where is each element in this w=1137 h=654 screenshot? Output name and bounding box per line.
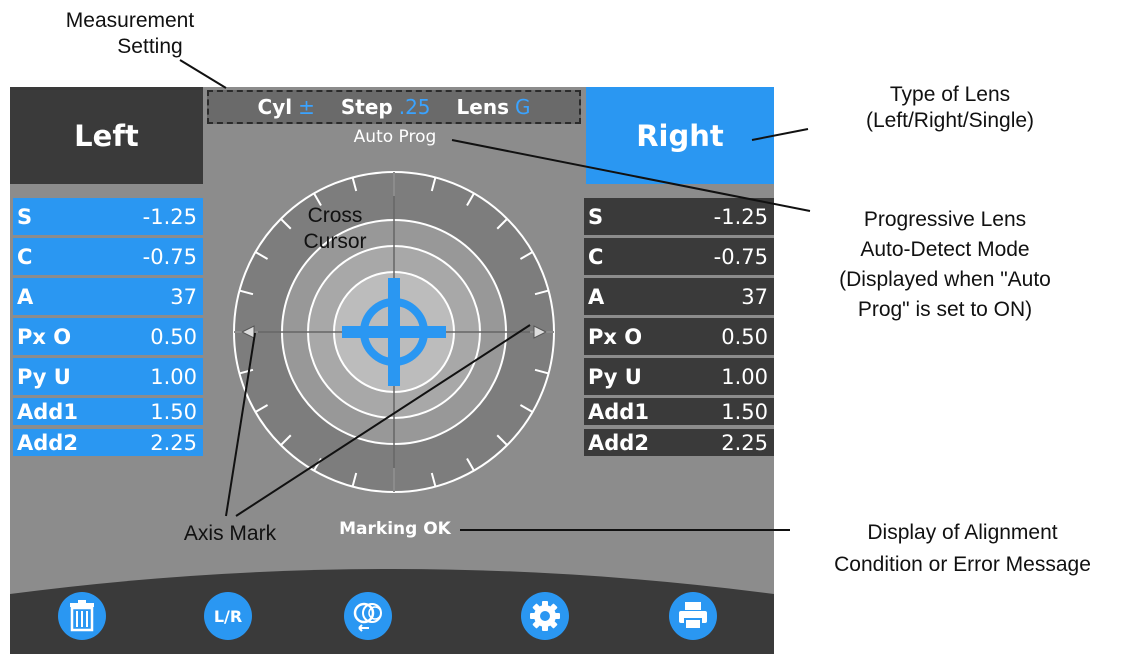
delete-button[interactable] — [58, 592, 106, 640]
annotation-axis-mark: Axis Mark — [150, 521, 310, 547]
right-lens-tab[interactable]: Right — [586, 87, 774, 184]
right-values-panel: S -1.25 C -0.75 A 37 Px O 0.50 Py U 1.00 Add1… — [584, 198, 774, 460]
right-row-px: Px O 0.50 — [584, 318, 774, 355]
printer-icon — [679, 602, 707, 630]
annotation-progressive-lens: Progressive Lens Auto-Detect Mode (Displ… — [839, 208, 1051, 321]
alignment-status-message: Marking OK — [339, 519, 451, 539]
target-reticle — [233, 171, 555, 493]
lens-switch-icon — [353, 602, 382, 632]
step-label: Step — [340, 95, 393, 119]
annotation-alignment: Display of Alignment Condition or Error … — [834, 521, 1091, 576]
trash-icon — [70, 600, 94, 632]
left-row-a: A 37 — [13, 278, 203, 315]
cyl-value: ± — [298, 95, 315, 119]
gear-icon — [530, 601, 560, 631]
right-row-add2: Add2 2.25 — [584, 429, 774, 456]
cyl-label: Cyl — [257, 95, 293, 119]
right-row-py: Py U 1.00 — [584, 358, 774, 395]
left-right-toggle-button[interactable]: L/R — [204, 592, 252, 640]
lens-switch-button[interactable] — [344, 592, 392, 640]
lr-icon: L/R — [213, 606, 243, 626]
right-row-a: A 37 — [584, 278, 774, 315]
auto-prog-indicator: Auto Prog — [353, 127, 437, 147]
left-lens-tab[interactable]: Left — [10, 87, 203, 184]
left-values-panel: S -1.25 C -0.75 A 37 Px O 0.50 Py U 1.00 Add1… — [13, 198, 203, 460]
left-row-s: S -1.25 — [13, 198, 203, 235]
bottom-toolbar — [10, 569, 774, 654]
right-row-s: S -1.25 — [584, 198, 774, 235]
right-row-add1: Add1 1.50 — [584, 398, 774, 425]
lens-type-value: G — [514, 95, 531, 119]
left-row-add2: Add2 2.25 — [13, 429, 203, 456]
measurement-settings-bar: Cyl ± Step .25 Lens G — [207, 90, 581, 124]
lensmeter-screen: Left Right Cyl ± Step .25 Lens G Auto Pr… — [10, 87, 774, 654]
annotation-type-of-lens: Type of Lens (Left/Right/Single) — [865, 83, 1035, 132]
left-row-c: C -0.75 — [13, 238, 203, 275]
right-lens-label: Right — [636, 118, 724, 153]
right-row-c: C -0.75 — [584, 238, 774, 275]
left-row-py: Py U 1.00 — [13, 358, 203, 395]
left-row-add1: Add1 1.50 — [13, 398, 203, 425]
left-lens-label: Left — [74, 118, 139, 153]
lens-type-label: Lens — [456, 95, 509, 119]
print-button[interactable] — [669, 592, 717, 640]
step-value: .25 — [398, 95, 431, 119]
annotation-measurement-setting: Measurement Setting — [65, 9, 195, 58]
annotation-cross-cursor: Cross Cursor — [303, 204, 367, 253]
settings-button[interactable] — [521, 592, 569, 640]
left-row-px: Px O 0.50 — [13, 318, 203, 355]
